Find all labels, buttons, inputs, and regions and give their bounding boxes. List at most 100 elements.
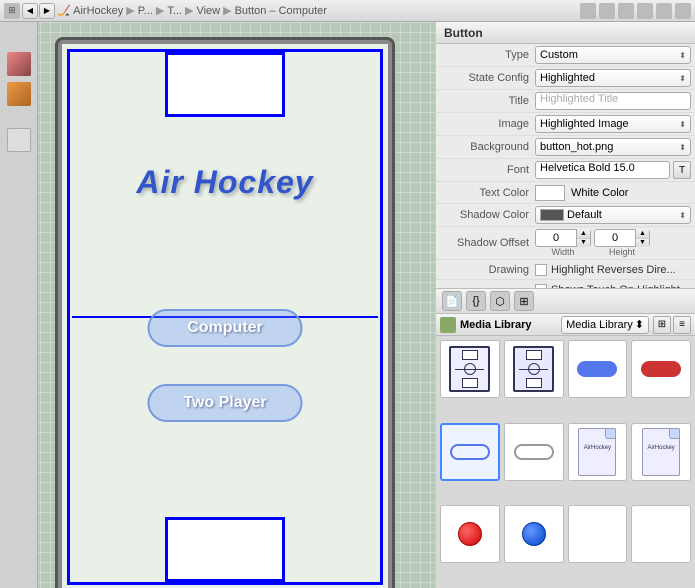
type-control: Custom ⬍: [535, 46, 691, 64]
highlight-reverses-checkbox[interactable]: [535, 264, 547, 276]
media-item-circle-red[interactable]: [440, 505, 500, 563]
media-library-dropdown[interactable]: Media Library ⬍: [561, 316, 649, 334]
breadcrumb-app[interactable]: 🏒 AirHockey: [57, 4, 123, 17]
offset-height-up[interactable]: ▲: [636, 229, 649, 239]
offset-width-down[interactable]: ▼: [577, 239, 590, 248]
shadow-dropdown-arrow: ⬍: [679, 211, 686, 220]
background-dropdown[interactable]: button_hot.png ⬍: [535, 138, 691, 156]
offset-height-down[interactable]: ▼: [636, 239, 649, 248]
state-config-dropdown[interactable]: Highlighted ⬍: [535, 69, 691, 87]
offset-width-wrap: 0 ▲ ▼: [535, 229, 591, 247]
forward-button[interactable]: ▶: [39, 3, 55, 19]
offset-height-field: 0 ▲ ▼ Height: [594, 229, 650, 257]
breadcrumb-button: Button – Computer: [235, 5, 327, 17]
shadow-color-dropdown[interactable]: Default ⬍: [535, 206, 691, 224]
media-library-icon: [440, 317, 456, 333]
ml-view-buttons: ⊞ ≡: [653, 316, 691, 334]
highlight-reverses-label: Highlight Reverses Dire...: [551, 264, 676, 276]
background-value: button_hot.png: [540, 141, 613, 153]
image-control: Highlighted Image ⬍: [535, 115, 691, 133]
media-item-btn-red[interactable]: [631, 340, 691, 398]
media-item-selected[interactable]: [440, 423, 500, 481]
toolbar-plus-icon[interactable]: [675, 3, 691, 19]
main-area: Air Hockey Computer Two Player Button: [0, 22, 695, 588]
drawing-label: Drawing: [440, 264, 535, 276]
breadcrumb-t[interactable]: T...: [167, 5, 182, 17]
sep4: ▶: [223, 4, 231, 17]
cube-icon[interactable]: [7, 52, 31, 76]
cube2-icon[interactable]: [7, 82, 31, 106]
drawing-label-text: Drawing: [440, 264, 535, 276]
background-label: Background: [440, 141, 535, 153]
canvas-area: Air Hockey Computer Two Player: [0, 22, 435, 588]
breadcrumb-view[interactable]: View: [196, 5, 220, 17]
computer-button[interactable]: Computer: [148, 309, 303, 347]
offset-width-field: 0 ▲ ▼ Width: [535, 229, 591, 257]
ml-list-view-button[interactable]: ≡: [673, 316, 691, 334]
media-item-btn-blue[interactable]: [568, 340, 628, 398]
font-row: Font Helvetica Bold 15.0 T: [436, 159, 695, 182]
panel-title: Button: [436, 22, 695, 44]
button-media-outline: [450, 444, 490, 460]
font-label: Font: [440, 164, 535, 176]
toolbar-doc-icon[interactable]: [580, 3, 596, 19]
toolbar-wifi-icon[interactable]: [637, 3, 653, 19]
toolbar-download-icon[interactable]: [618, 3, 634, 19]
media-item-doc2[interactable]: AirHockey: [631, 423, 691, 481]
shadow-color-row: Shadow Color Default ⬍: [436, 204, 695, 227]
font-picker-button[interactable]: T: [673, 161, 691, 179]
shadow-offset-group: 0 ▲ ▼ Width 0: [535, 229, 691, 257]
ml-dropdown-arrow: ⬍: [635, 318, 644, 331]
media-item-circle-blue[interactable]: [504, 505, 564, 563]
font-name-input[interactable]: Helvetica Bold 15.0: [535, 161, 670, 179]
media-library-title: Media Library: [460, 319, 557, 331]
toolbar-battery-icon[interactable]: [656, 3, 672, 19]
panel-file-icon[interactable]: 📄: [442, 291, 462, 311]
media-library-header: Media Library Media Library ⬍ ⊞ ≡: [436, 314, 695, 336]
highlight-reverses-item: Highlight Reverses Dire...: [535, 264, 676, 276]
circle-red: [458, 522, 482, 546]
offset-width-up[interactable]: ▲: [577, 229, 590, 239]
title-input[interactable]: Highlighted Title: [535, 92, 691, 110]
nav-buttons: ◀ ▶: [22, 3, 55, 19]
title-control: Highlighted Title: [535, 92, 691, 110]
ml-grid-view-button[interactable]: ⊞: [653, 316, 671, 334]
type-value: Custom: [540, 49, 578, 61]
toolbar-upload-icon[interactable]: [599, 3, 615, 19]
offset-height-wrap: 0 ▲ ▼: [594, 229, 650, 247]
toolbar-right: [580, 3, 691, 19]
media-item-doc1[interactable]: AirHockey: [568, 423, 628, 481]
panel-scroll[interactable]: Type Custom ⬍ State Config Highlighted ⬍: [436, 44, 695, 288]
panel-cube-icon[interactable]: ⬡: [490, 291, 510, 311]
title-label: Title: [440, 95, 535, 107]
text-color-control: White Color: [535, 185, 691, 201]
panel-grid-icon[interactable]: ⊞: [514, 291, 534, 311]
media-item-btn-outline2[interactable]: [504, 423, 564, 481]
doc-icon-2: AirHockey: [642, 428, 680, 476]
sep2: ▶: [156, 4, 164, 17]
image-dropdown-arrow: ⬍: [679, 120, 686, 129]
field-mini-1: [447, 344, 492, 394]
iphone-screen: Air Hockey Computer Two Player: [62, 44, 388, 588]
back-button[interactable]: ◀: [22, 3, 38, 19]
media-item-field2[interactable]: [504, 340, 564, 398]
state-config-control: Highlighted ⬍: [535, 69, 691, 87]
shadow-offset-row: Shadow Offset 0 ▲ ▼ Width: [436, 227, 695, 260]
sep3: ▶: [185, 4, 193, 17]
breadcrumb-p[interactable]: P...: [138, 5, 153, 17]
media-grid: AirHockey AirHockey: [436, 336, 695, 588]
text-color-swatch[interactable]: [535, 185, 565, 201]
offset-height-label: Height: [609, 247, 635, 257]
font-value: Helvetica Bold 15.0: [540, 162, 635, 174]
panel-code-icon[interactable]: {}: [466, 291, 486, 311]
shadow-color-value: Default: [567, 209, 602, 221]
image-dropdown[interactable]: Highlighted Image ⬍: [535, 115, 691, 133]
two-player-button[interactable]: Two Player: [148, 384, 303, 422]
left-sidebar: [0, 22, 38, 588]
type-dropdown[interactable]: Custom ⬍: [535, 46, 691, 64]
doc-icon-1: AirHockey: [578, 428, 616, 476]
square-icon[interactable]: [7, 128, 31, 152]
sep1: ▶: [126, 4, 134, 17]
media-item-field1[interactable]: [440, 340, 500, 398]
panel-title-label: Button: [444, 26, 483, 40]
